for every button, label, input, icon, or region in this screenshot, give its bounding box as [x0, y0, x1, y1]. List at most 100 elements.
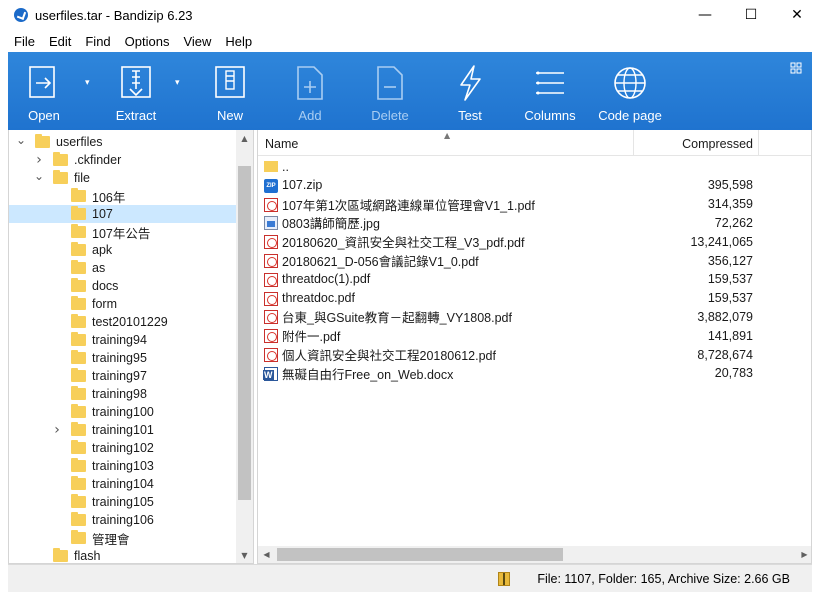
add-button[interactable]: Add	[290, 52, 330, 130]
file-name: 20180621_D-056會議記錄V1_0.pdf	[282, 255, 479, 269]
archive-icon	[498, 572, 510, 586]
tree-item[interactable]: ⌄ userfiles	[9, 133, 237, 151]
columns-button[interactable]: Columns	[522, 52, 578, 130]
tree-item[interactable]: › training101	[9, 421, 237, 439]
table-row[interactable]: 個人資訊安全與社交工程20180612.pdf 8,728,674	[258, 345, 811, 364]
table-row[interactable]: 107.zip 395,598	[258, 176, 811, 195]
scroll-right-icon[interactable]: ▶	[796, 546, 811, 563]
open-button[interactable]: Open	[24, 52, 64, 130]
tree-item-label: training106	[92, 513, 154, 527]
scroll-thumb[interactable]	[277, 548, 563, 561]
minimize-button[interactable]: —	[682, 0, 728, 30]
file-compressed-size: 356,127	[707, 253, 753, 268]
extract-label: Extract	[115, 108, 157, 123]
tree-item[interactable]: training98	[9, 385, 237, 403]
tree-item[interactable]: apk	[9, 241, 237, 259]
column-divider[interactable]	[758, 130, 759, 156]
tree-item[interactable]: training106	[9, 511, 237, 529]
vertical-scrollbar[interactable]: ▲ ▼	[236, 130, 253, 563]
scroll-up-icon[interactable]: ▲	[236, 130, 253, 147]
table-row[interactable]: ..	[258, 157, 811, 176]
menu-edit[interactable]: Edit	[42, 34, 78, 49]
pdf-file-icon	[264, 254, 278, 268]
tree-item-label: as	[92, 261, 106, 275]
menu-options[interactable]: Options	[118, 34, 177, 49]
sort-ascending-icon: ▲	[444, 131, 451, 140]
new-button[interactable]: New	[210, 52, 250, 130]
tree-item-label: form	[92, 297, 117, 311]
tree-item[interactable]: training104	[9, 475, 237, 493]
folder-icon	[71, 188, 86, 202]
chevron-down-icon[interactable]: ⌄	[33, 169, 45, 183]
table-row[interactable]: threatdoc(1).pdf 159,537	[258, 270, 811, 289]
scroll-left-icon[interactable]: ◀	[258, 546, 275, 563]
tree-item[interactable]: docs	[9, 277, 237, 295]
chevron-right-icon[interactable]: ›	[51, 422, 63, 438]
horizontal-scrollbar[interactable]: ◀ ▶	[258, 546, 811, 563]
table-row[interactable]: 107年第1次區域網路連線單位管理會V1_1.pdf 314,359	[258, 195, 811, 214]
tree-item[interactable]: training105	[9, 493, 237, 511]
tree-item[interactable]: 106年	[9, 187, 237, 205]
tree-item[interactable]: training103	[9, 457, 237, 475]
file-compressed-size: 159,537	[707, 272, 753, 287]
delete-button[interactable]: Delete	[370, 52, 410, 130]
menu-help[interactable]: Help	[218, 34, 259, 49]
column-header-name[interactable]: Name	[265, 137, 298, 151]
chevron-right-icon[interactable]: ›	[33, 152, 45, 168]
tree-item-label: training102	[92, 441, 154, 455]
tree-item[interactable]: › .ckfinder	[9, 151, 237, 169]
layout-toggle-icon[interactable]	[790, 62, 802, 74]
tree-item[interactable]: ⌄ file	[9, 169, 237, 187]
close-button[interactable]: ✕	[774, 0, 820, 30]
tree-item-label: 107年公告	[92, 226, 151, 241]
scroll-down-icon[interactable]: ▼	[236, 547, 253, 563]
folder-icon	[71, 224, 86, 238]
tree-item[interactable]: form	[9, 295, 237, 313]
globe-icon	[614, 67, 646, 99]
file-list: Name ▲ Compressed .. 107.zip 395,598 107年第1…	[257, 130, 812, 564]
column-divider[interactable]	[633, 130, 634, 156]
codepage-button[interactable]: Code page	[598, 52, 662, 130]
tree-item[interactable]: 管理會	[9, 529, 237, 547]
table-row[interactable]: threatdoc.pdf 159,537	[258, 289, 811, 308]
table-row[interactable]: 無礙自由行Free_on_Web.docx 20,783	[258, 364, 811, 383]
test-button[interactable]: Test	[450, 52, 490, 130]
table-row[interactable]: 附件一.pdf 141,891	[258, 326, 811, 345]
folder-icon	[71, 206, 86, 220]
maximize-button[interactable]: ☐	[728, 0, 774, 30]
file-compressed-size: 8,728,674	[697, 347, 753, 362]
extract-button[interactable]: Extract	[112, 52, 160, 130]
tree-item[interactable]: 107年公告	[9, 223, 237, 241]
tree-item[interactable]: training102	[9, 439, 237, 457]
extract-dropdown-icon[interactable]: ▾	[175, 78, 185, 88]
toolbar: Open ▾ Extract ▾ New Add Delete Test Col…	[8, 52, 812, 130]
tree-item[interactable]: training97	[9, 367, 237, 385]
file-name: threatdoc.pdf	[282, 291, 355, 306]
status-text: File: 1107, Folder: 165, Archive Size: 2…	[537, 572, 790, 586]
tree-item[interactable]: 107	[9, 205, 237, 223]
menu-file[interactable]: File	[7, 34, 42, 49]
tree-item[interactable]: training95	[9, 349, 237, 367]
table-row[interactable]: 台東_與GSuite教育－起翻轉_VY1808.pdf 3,882,079	[258, 307, 811, 326]
table-row[interactable]: 20180620_資訊安全與社交工程_V3_pdf.pdf 13,241,065	[258, 232, 811, 251]
tree-item[interactable]: training100	[9, 403, 237, 421]
folder-icon	[71, 278, 86, 292]
tree-item[interactable]: test20101229	[9, 313, 237, 331]
chevron-down-icon[interactable]: ⌄	[15, 133, 27, 147]
folder-icon	[71, 422, 86, 436]
tree-item-label: training97	[92, 369, 147, 383]
zip-file-icon	[264, 178, 278, 193]
table-row[interactable]: 0803講師簡歷.jpg 72,262	[258, 213, 811, 232]
file-compressed-size: 72,262	[714, 215, 753, 230]
tree-item[interactable]: training94	[9, 331, 237, 349]
column-header-compressed[interactable]: Compressed	[682, 137, 753, 151]
menu-find[interactable]: Find	[78, 34, 117, 49]
table-row[interactable]: 20180621_D-056會議記錄V1_0.pdf 356,127	[258, 251, 811, 270]
open-dropdown-icon[interactable]: ▾	[85, 78, 95, 88]
tree-item[interactable]: as	[9, 259, 237, 277]
tree-item[interactable]: flash	[9, 547, 237, 563]
menu-view[interactable]: View	[176, 34, 218, 49]
scroll-thumb[interactable]	[238, 166, 251, 500]
